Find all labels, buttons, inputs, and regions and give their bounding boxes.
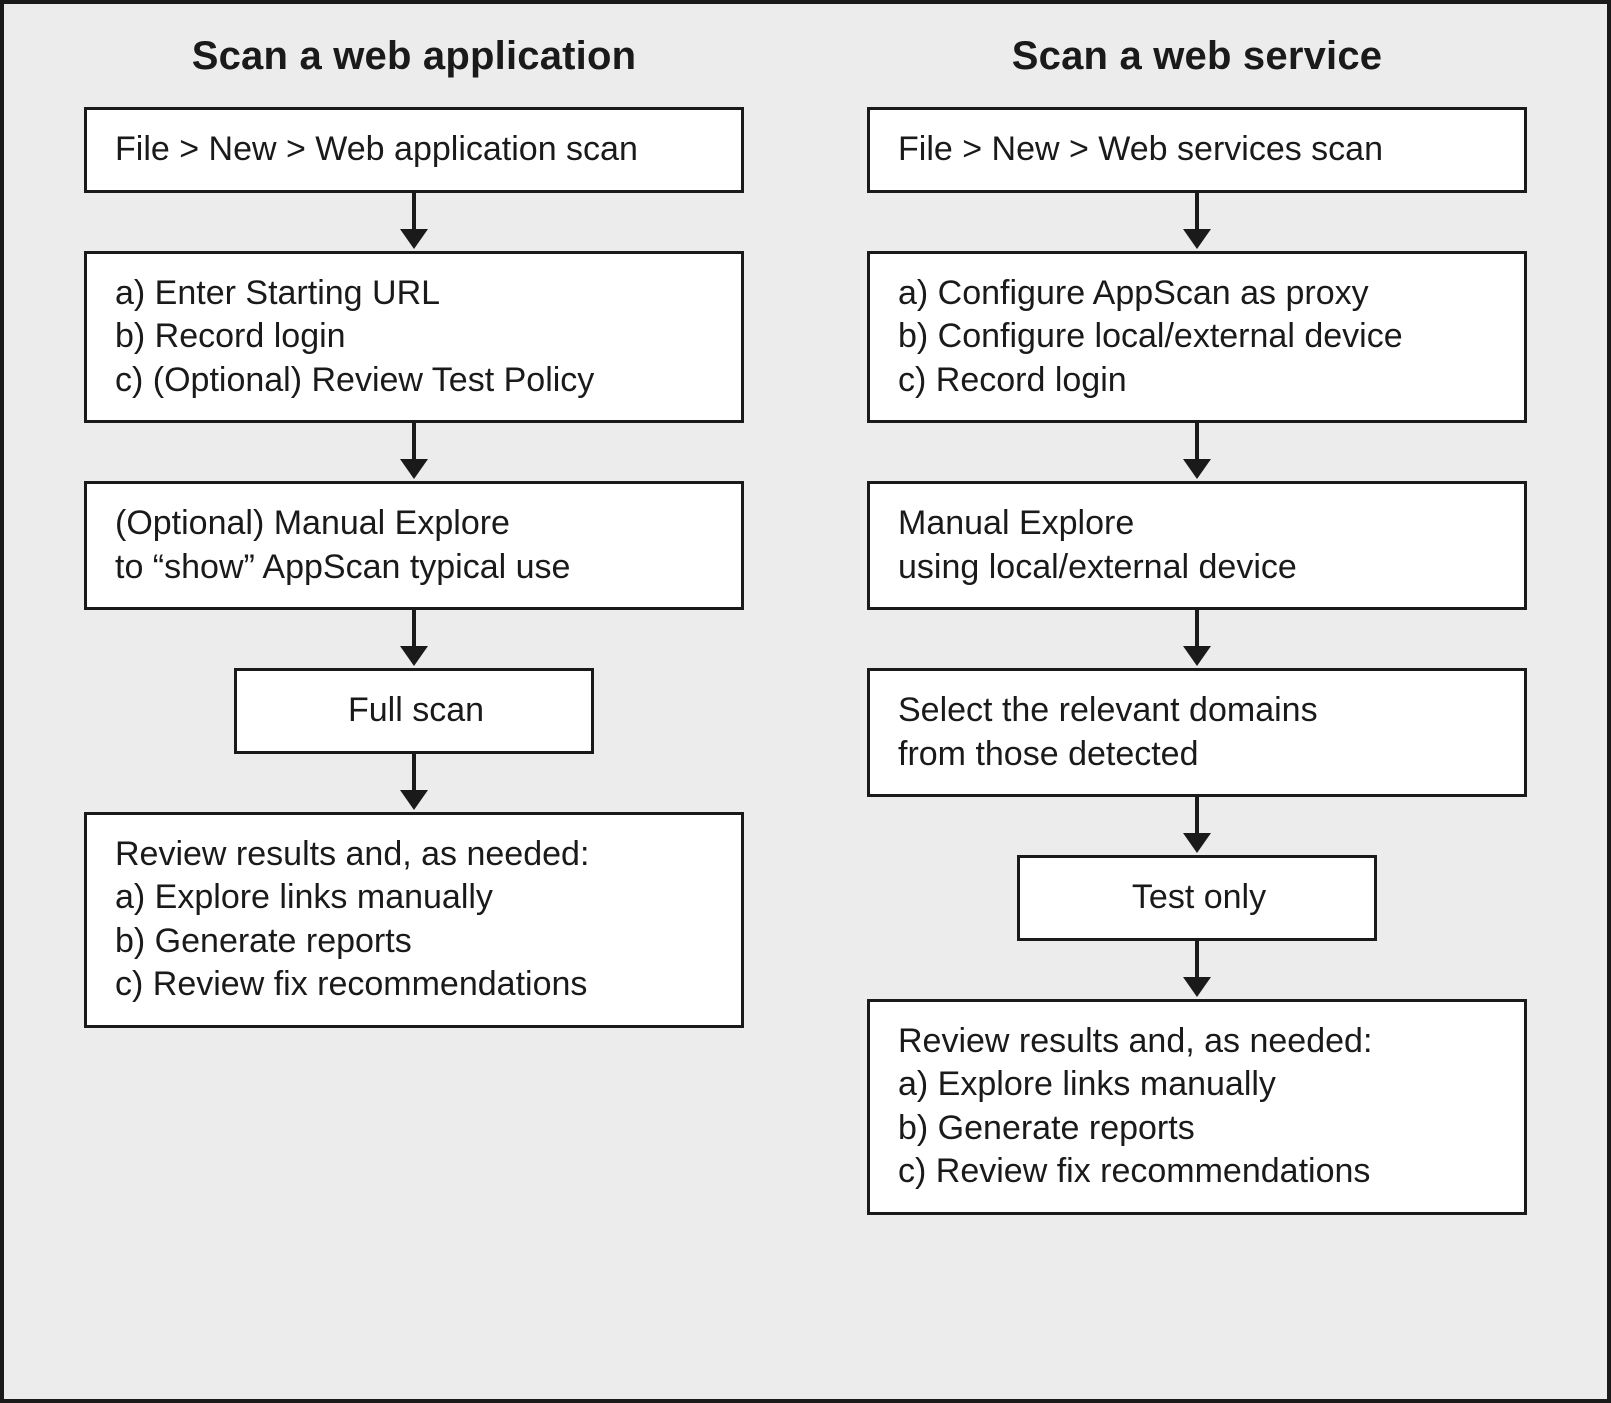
right-step3-node: Manual Explore using local/external devi… — [867, 481, 1527, 610]
arrow-icon — [400, 754, 428, 812]
arrow-icon — [400, 610, 428, 668]
arrow-icon — [400, 193, 428, 251]
left-step3a: (Optional) Manual Explore — [115, 502, 717, 546]
right-step4b: from those detected — [898, 733, 1500, 777]
right-step2b: b) Configure local/external device — [898, 315, 1500, 359]
left-step5b: a) Explore links manually — [115, 876, 717, 920]
left-step5d: c) Review fix recommendations — [115, 963, 717, 1007]
right-step3a: Manual Explore — [898, 502, 1500, 546]
right-step4-node: Select the relevant domains from those d… — [867, 668, 1527, 797]
arrow-icon — [1183, 941, 1211, 999]
left-step2a: a) Enter Starting URL — [115, 272, 717, 316]
right-step6d: c) Review fix recommendations — [898, 1150, 1500, 1194]
right-step3b: using local/external device — [898, 546, 1500, 590]
right-step5-text: Test only — [1132, 878, 1266, 916]
arrow-icon — [1183, 423, 1211, 481]
right-step5-node: Test only — [1017, 855, 1377, 941]
arrow-icon — [1183, 797, 1211, 855]
left-step3b: to “show” AppScan typical use — [115, 546, 717, 590]
left-step2-node: a) Enter Starting URL b) Record login c)… — [84, 251, 744, 424]
right-step2c: c) Record login — [898, 359, 1500, 403]
left-step2b: b) Record login — [115, 315, 717, 359]
diagram-frame: Scan a web application File > New > Web … — [0, 0, 1611, 1403]
arrow-icon — [1183, 193, 1211, 251]
left-step1-node: File > New > Web application scan — [84, 107, 744, 193]
right-step2-node: a) Configure AppScan as proxy b) Configu… — [867, 251, 1527, 424]
right-step1-node: File > New > Web services scan — [867, 107, 1527, 193]
left-step4-node: Full scan — [234, 668, 594, 754]
right-step2a: a) Configure AppScan as proxy — [898, 272, 1500, 316]
right-step1-text: File > New > Web services scan — [898, 130, 1383, 168]
arrow-icon — [1183, 610, 1211, 668]
right-column: Scan a web service File > New > Web serv… — [847, 34, 1547, 1369]
right-step6b: a) Explore links manually — [898, 1063, 1500, 1107]
right-step6c: b) Generate reports — [898, 1107, 1500, 1151]
left-step2c: c) (Optional) Review Test Policy — [115, 359, 717, 403]
arrow-icon — [400, 423, 428, 481]
right-step4a: Select the relevant domains — [898, 689, 1500, 733]
left-step4-text: Full scan — [348, 691, 484, 729]
right-step6a: Review results and, as needed: — [898, 1020, 1500, 1064]
left-step5c: b) Generate reports — [115, 920, 717, 964]
left-step1-text: File > New > Web application scan — [115, 130, 638, 168]
left-title: Scan a web application — [192, 34, 637, 79]
left-column: Scan a web application File > New > Web … — [64, 34, 764, 1369]
diagram-columns: Scan a web application File > New > Web … — [4, 4, 1607, 1399]
right-title: Scan a web service — [1012, 34, 1383, 79]
left-step5a: Review results and, as needed: — [115, 833, 717, 877]
left-step5-node: Review results and, as needed: a) Explor… — [84, 812, 744, 1028]
left-step3-node: (Optional) Manual Explore to “show” AppS… — [84, 481, 744, 610]
right-step6-node: Review results and, as needed: a) Explor… — [867, 999, 1527, 1215]
